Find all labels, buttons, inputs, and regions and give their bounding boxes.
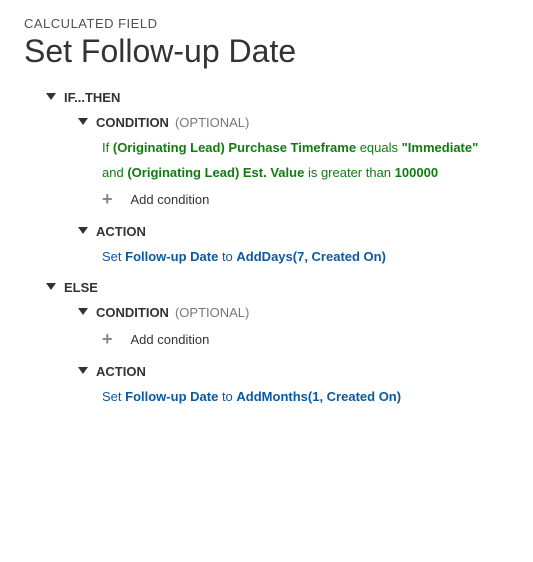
- cond-prefix: If: [102, 140, 109, 155]
- cond-value: 100000: [395, 165, 438, 180]
- action-function: AddDays(7, Created On): [236, 249, 386, 264]
- add-condition-label: Add condition: [131, 192, 210, 207]
- action-label: ACTION: [96, 364, 146, 379]
- if-then-section: IF...THEN CONDITION (OPTIONAL) If (Origi…: [24, 90, 509, 264]
- action-field: Follow-up Date: [125, 389, 218, 404]
- if-then-label: IF...THEN: [64, 90, 120, 105]
- plus-icon: +: [102, 330, 113, 348]
- add-condition-button[interactable]: + Add condition: [24, 190, 509, 208]
- add-condition-button[interactable]: + Add condition: [24, 330, 509, 348]
- chevron-down-icon: [76, 116, 90, 130]
- add-condition-label: Add condition: [131, 332, 210, 347]
- else-action-header-row[interactable]: ACTION: [24, 364, 509, 379]
- plus-icon: +: [102, 190, 113, 208]
- condition-line-2[interactable]: and (Originating Lead) Est. Value is gre…: [24, 165, 509, 180]
- condition-label: CONDITION: [96, 305, 169, 320]
- action-middle: to: [222, 249, 233, 264]
- condition-header-row[interactable]: CONDITION (OPTIONAL): [24, 115, 509, 130]
- action-label: ACTION: [96, 224, 146, 239]
- action-prefix: Set: [102, 389, 122, 404]
- action-line-1[interactable]: Set Follow-up Date to AddDays(7, Created…: [24, 249, 509, 264]
- page-title: Set Follow-up Date: [24, 33, 509, 70]
- chevron-down-icon: [44, 281, 58, 295]
- condition-label: CONDITION: [96, 115, 169, 130]
- chevron-down-icon: [76, 365, 90, 379]
- cond-prefix: and: [102, 165, 124, 180]
- cond-operator: equals: [360, 140, 398, 155]
- action-function: AddMonths(1, Created On): [236, 389, 401, 404]
- cond-field: (Originating Lead) Est. Value: [127, 165, 304, 180]
- condition-line-1[interactable]: If (Originating Lead) Purchase Timeframe…: [24, 140, 509, 155]
- else-header-row[interactable]: ELSE: [24, 280, 509, 295]
- else-section: ELSE CONDITION (OPTIONAL) + Add conditio…: [24, 280, 509, 404]
- cond-value: "Immediate": [402, 140, 479, 155]
- else-condition-header-row[interactable]: CONDITION (OPTIONAL): [24, 305, 509, 320]
- cond-operator: is greater than: [308, 165, 391, 180]
- optional-label: (OPTIONAL): [175, 115, 249, 130]
- action-header-row[interactable]: ACTION: [24, 224, 509, 239]
- chevron-down-icon: [44, 91, 58, 105]
- action-line-2[interactable]: Set Follow-up Date to AddMonths(1, Creat…: [24, 389, 509, 404]
- if-then-header-row[interactable]: IF...THEN: [24, 90, 509, 105]
- else-label: ELSE: [64, 280, 98, 295]
- cond-field: (Originating Lead) Purchase Timeframe: [113, 140, 356, 155]
- action-prefix: Set: [102, 249, 122, 264]
- breadcrumb: CALCULATED FIELD: [24, 16, 509, 31]
- action-field: Follow-up Date: [125, 249, 218, 264]
- optional-label: (OPTIONAL): [175, 305, 249, 320]
- action-middle: to: [222, 389, 233, 404]
- chevron-down-icon: [76, 225, 90, 239]
- chevron-down-icon: [76, 306, 90, 320]
